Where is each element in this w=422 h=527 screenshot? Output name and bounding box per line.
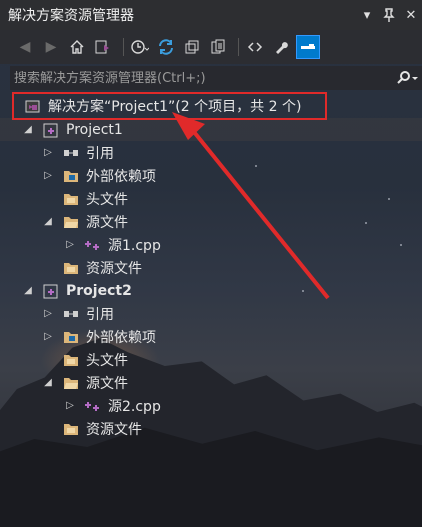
annotation-arrow bbox=[172, 112, 330, 300]
